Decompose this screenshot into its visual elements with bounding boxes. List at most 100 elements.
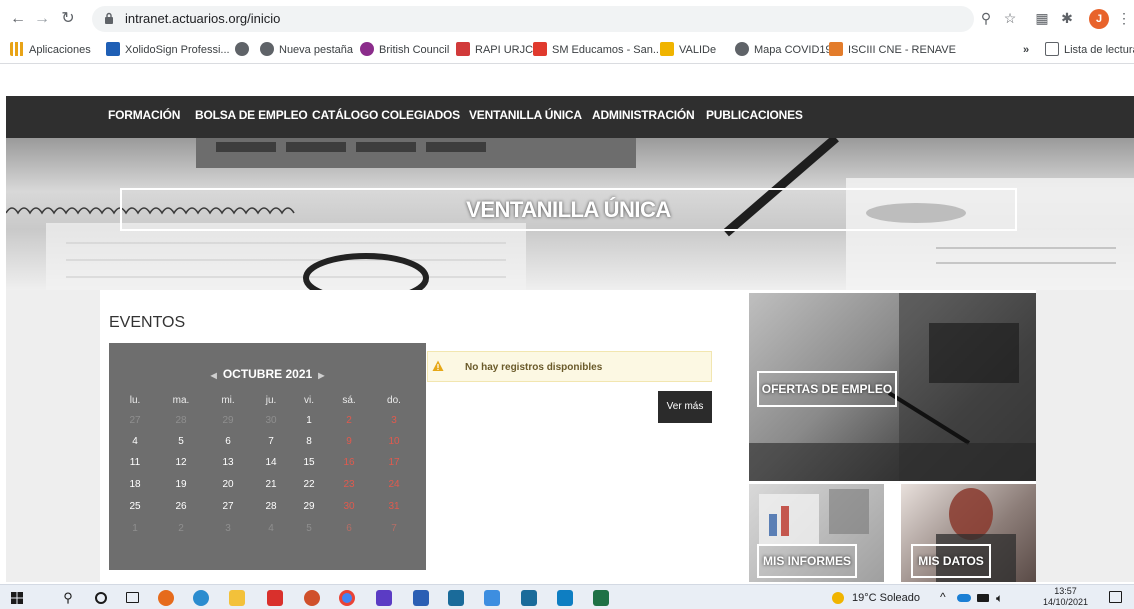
search-icon[interactable]: ⚲ xyxy=(60,590,76,606)
bookmarks-overflow-button[interactable]: » xyxy=(1023,41,1029,59)
ver-mas-button[interactable]: Ver más xyxy=(658,391,712,423)
bookmark-xolidosign[interactable]: XolidoSign Professi... xyxy=(106,41,230,59)
url-text[interactable]: intranet.actuarios.org/inicio xyxy=(125,11,280,26)
calendar-day[interactable]: 31 xyxy=(378,501,410,512)
nav-bolsa-empleo[interactable]: BOLSA DE EMPLEO xyxy=(195,108,308,122)
calendar-day[interactable]: 18 xyxy=(119,479,151,490)
weather-text[interactable]: 19°C Soleado xyxy=(852,592,920,604)
menu-dots-icon[interactable]: ⋮ xyxy=(1114,8,1134,28)
firefox-icon[interactable] xyxy=(158,590,174,606)
calendar-day[interactable]: 7 xyxy=(255,436,287,447)
calendar-day[interactable]: 29 xyxy=(212,415,244,426)
calendar-day[interactable]: 6 xyxy=(212,436,244,447)
reading-list-button[interactable]: Lista de lectura xyxy=(1045,41,1134,59)
calendar-day[interactable]: 5 xyxy=(165,436,197,447)
back-arrow-icon[interactable]: ← xyxy=(8,9,28,29)
bookmark-apps[interactable]: Aplicaciones xyxy=(10,41,91,59)
bookmark-british-council[interactable]: British Council xyxy=(360,41,449,59)
calendar-day[interactable]: 2 xyxy=(165,523,197,534)
calendar-day[interactable]: 21 xyxy=(255,479,287,490)
calendar-day[interactable]: 27 xyxy=(119,415,151,426)
calendar-day[interactable]: 22 xyxy=(293,479,325,490)
media-player-icon[interactable] xyxy=(557,590,573,606)
calendar-day[interactable]: 27 xyxy=(212,501,244,512)
nav-catalogo-colegiados[interactable]: CATÁLOGO COLEGIADOS xyxy=(312,108,460,122)
chevron-up-icon[interactable]: ^ xyxy=(940,590,946,604)
extension-grid-icon[interactable]: ▦ xyxy=(1032,8,1052,28)
calendar-day[interactable]: 14 xyxy=(255,457,287,468)
calendar-day[interactable]: 4 xyxy=(119,436,151,447)
file-explorer-icon[interactable] xyxy=(229,590,245,606)
word-icon[interactable] xyxy=(413,590,429,606)
calendar-day[interactable]: 24 xyxy=(378,479,410,490)
calendar-day[interactable]: 28 xyxy=(165,415,197,426)
speaker-icon[interactable]: 🔈︎ xyxy=(996,591,1003,606)
calendar-day[interactable]: 12 xyxy=(165,457,197,468)
star-icon[interactable]: ☆ xyxy=(1000,8,1020,28)
clock[interactable]: 13:57 14/10/2021 xyxy=(1043,586,1088,608)
calendar-day[interactable]: 17 xyxy=(378,457,410,468)
profile-avatar[interactable]: J xyxy=(1089,9,1109,29)
calendar-day[interactable]: 23 xyxy=(333,479,365,490)
task-view-icon[interactable] xyxy=(126,592,139,603)
prev-month-icon[interactable]: ◀ xyxy=(211,371,217,380)
onedrive-icon[interactable] xyxy=(957,594,971,602)
reload-icon[interactable]: ↻ xyxy=(58,9,78,29)
forward-arrow-icon[interactable]: → xyxy=(32,9,52,29)
calendar-day[interactable]: 28 xyxy=(255,501,287,512)
ofertas-empleo-tile[interactable]: OFERTAS DE EMPLEO xyxy=(749,293,1036,481)
bookmark-valide[interactable]: VALIDe xyxy=(660,41,716,59)
calendar-day[interactable]: 1 xyxy=(119,523,151,534)
calendar-day[interactable]: 13 xyxy=(212,457,244,468)
calendar-day[interactable]: 2 xyxy=(333,415,365,426)
cortana-icon[interactable] xyxy=(95,592,107,604)
bookmark-isciii[interactable]: ISCIII CNE - RENAVE xyxy=(829,41,956,59)
windows-start-icon[interactable] xyxy=(11,592,23,604)
calendar-day[interactable]: 26 xyxy=(165,501,197,512)
calendar-day[interactable]: 15 xyxy=(293,457,325,468)
mis-informes-tile[interactable]: MIS INFORMES xyxy=(749,484,884,582)
app-icon[interactable] xyxy=(376,590,392,606)
calendar-day[interactable]: 1 xyxy=(293,415,325,426)
calendar-day[interactable]: 20 xyxy=(212,479,244,490)
calendar-day[interactable]: 3 xyxy=(212,523,244,534)
calendar-day[interactable]: 8 xyxy=(293,436,325,447)
edge-icon[interactable] xyxy=(193,590,209,606)
nav-formacion[interactable]: FORMACIÓN xyxy=(108,108,180,122)
bookmark-rapi-urjc[interactable]: RAPI URJC xyxy=(456,41,533,59)
battery-icon[interactable] xyxy=(977,594,989,602)
calendar-day[interactable]: 3 xyxy=(378,415,410,426)
address-bar[interactable]: intranet.actuarios.org/inicio xyxy=(92,6,974,32)
calendar-day[interactable]: 4 xyxy=(255,523,287,534)
nav-ventanilla-unica[interactable]: VENTANILLA ÚNICA xyxy=(469,108,582,122)
remote-desktop-icon[interactable] xyxy=(521,590,537,606)
powerpoint-icon[interactable] xyxy=(304,590,320,606)
calendar-day[interactable]: 5 xyxy=(293,523,325,534)
calendar-day[interactable]: 19 xyxy=(165,479,197,490)
notifications-icon[interactable] xyxy=(1109,591,1122,603)
network-app-icon[interactable] xyxy=(484,590,500,606)
remote-desktop-icon[interactable] xyxy=(448,590,464,606)
acrobat-icon[interactable] xyxy=(267,590,283,606)
bookmark-mapa-covid[interactable]: Mapa COVID19 xyxy=(735,41,832,59)
calendar-day[interactable]: 29 xyxy=(293,501,325,512)
bookmark-nueva-pestana[interactable]: Nueva pestaña xyxy=(260,41,353,59)
calendar-day[interactable]: 9 xyxy=(333,436,365,447)
calendar-day[interactable]: 30 xyxy=(333,501,365,512)
calendar-day[interactable]: 7 xyxy=(378,523,410,534)
puzzle-icon[interactable]: ✱ xyxy=(1057,8,1077,28)
calendar-day[interactable]: 6 xyxy=(333,523,365,534)
next-month-icon[interactable]: ▶ xyxy=(318,371,324,380)
calendar-day[interactable]: 25 xyxy=(119,501,151,512)
bookmark-globe[interactable] xyxy=(235,41,254,59)
calendar-day[interactable]: 10 xyxy=(378,436,410,447)
excel-icon[interactable] xyxy=(593,590,609,606)
nav-administracion[interactable]: ADMINISTRACIÓN xyxy=(592,108,695,122)
calendar-day[interactable]: 11 xyxy=(119,457,151,468)
bookmark-sm-educamos[interactable]: SM Educamos - San... xyxy=(533,41,662,59)
zoom-icon[interactable]: ⚲ xyxy=(976,8,996,28)
calendar-day[interactable]: 16 xyxy=(333,457,365,468)
nav-publicaciones[interactable]: PUBLICACIONES xyxy=(706,108,803,122)
mis-datos-tile[interactable]: MIS DATOS xyxy=(901,484,1036,582)
calendar-day[interactable]: 30 xyxy=(255,415,287,426)
